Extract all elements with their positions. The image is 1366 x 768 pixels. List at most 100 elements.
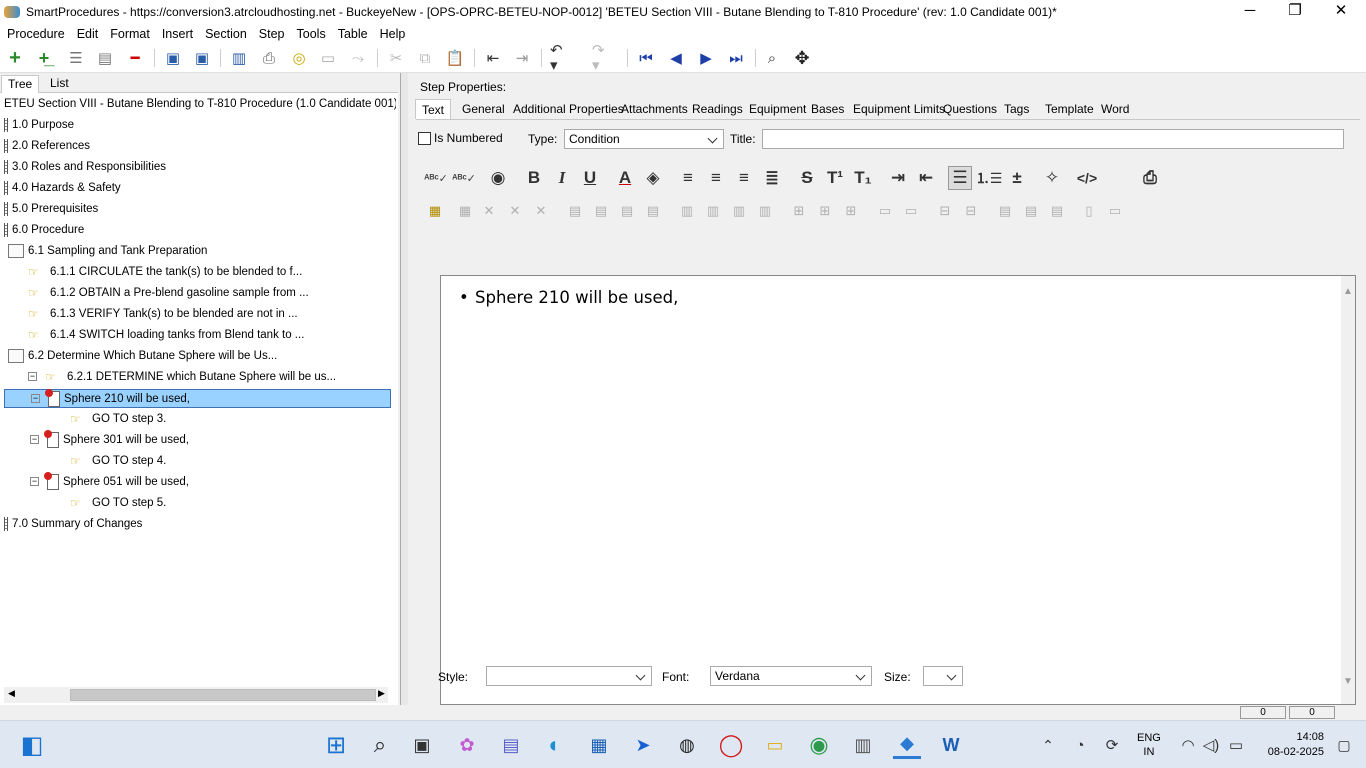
panel-splitter[interactable] (400, 73, 408, 705)
copilot-icon[interactable]: ✿ (453, 731, 481, 759)
type-select[interactable]: Condition (564, 129, 724, 149)
tab-general[interactable]: General (456, 99, 511, 119)
tree-node[interactable]: ☞ 6.1.1 CIRCULATE the tank(s) to be blend… (28, 263, 302, 282)
tree-node[interactable]: ☞ GO TO step 3. (70, 410, 166, 429)
remove-icon[interactable]: ━ (125, 48, 145, 68)
font-select[interactable]: Verdana (710, 666, 872, 686)
italic-icon[interactable]: I (550, 166, 574, 190)
collapse-toggle-icon[interactable]: − (30, 477, 39, 487)
database-icon[interactable]: ▥ (229, 48, 249, 68)
menu-table[interactable]: Table (338, 27, 368, 41)
outdent-text-icon[interactable]: ⇤ (914, 166, 938, 190)
scroll-up-icon[interactable]: ▲ (1343, 286, 1353, 297)
notifications-icon[interactable]: ▢ (1330, 731, 1358, 759)
battery-icon[interactable]: ▭ (1222, 731, 1250, 759)
add-icon[interactable]: + (5, 48, 25, 68)
menu-edit[interactable]: Edit (77, 27, 99, 41)
underline-icon[interactable]: U (578, 166, 602, 190)
tree-node[interactable]: 2.0 References (4, 137, 90, 156)
tab-list[interactable]: List (44, 75, 75, 93)
show-hidden-icons[interactable]: ⌃ (1034, 731, 1062, 759)
scroll-thumb[interactable] (70, 689, 376, 701)
scroll-right-icon[interactable]: ▶ (378, 688, 385, 699)
table-tool-icon[interactable]: ⊟ (960, 200, 982, 222)
style-select[interactable] (486, 666, 652, 686)
table-tool-icon[interactable]: ✕ (478, 200, 500, 222)
table-tool-icon[interactable]: ✕ (504, 200, 526, 222)
power-automate-icon[interactable]: ➤ (629, 731, 657, 759)
maximize-button[interactable]: ❐ (1272, 0, 1318, 24)
magic-wand-icon[interactable]: ✧ (1040, 166, 1064, 190)
subscript-icon[interactable]: T₁ (851, 166, 875, 190)
redo-icon[interactable]: ↷ ▾ (592, 43, 612, 73)
tab-additional-properties[interactable]: Additional Properties (507, 99, 630, 119)
menu-procedure[interactable]: Procedure (7, 27, 65, 41)
size-select[interactable] (923, 666, 963, 686)
insert-line-icon[interactable]: ± (1005, 166, 1029, 190)
menu-help[interactable]: Help (380, 27, 406, 41)
tree-node[interactable]: − ☞ 6.2.1 DETERMINE which Butane Sphere wi… (28, 368, 336, 387)
language-indicator[interactable]: ENG IN (1137, 731, 1161, 759)
table-tool-icon[interactable]: ▤ (1020, 200, 1042, 222)
tab-template[interactable]: Template (1039, 99, 1100, 119)
tree-node[interactable]: ☞ 6.1.3 VERIFY Tank(s) to be blended are … (28, 305, 298, 324)
highlight-icon[interactable]: ◈ (641, 166, 665, 190)
widgets-icon[interactable]: ◧ (18, 731, 46, 759)
cut-icon[interactable]: ✂ (386, 48, 406, 68)
tree-node[interactable]: ☞ GO TO step 5. (70, 494, 166, 513)
html-source-icon[interactable]: </> (1075, 166, 1099, 190)
minimize-button[interactable]: ─ (1227, 0, 1273, 24)
tab-word[interactable]: Word (1095, 99, 1135, 119)
tab-attachments[interactable]: Attachments (615, 99, 694, 119)
teams-icon[interactable]: ▤ (497, 731, 525, 759)
paste-icon[interactable]: 📋 (445, 48, 465, 68)
collapse-toggle-icon[interactable]: − (28, 372, 37, 382)
indent-text-icon[interactable]: ⇥ (886, 166, 910, 190)
table-tool-icon[interactable]: ▥ (676, 200, 698, 222)
list-icon[interactable]: ☰ (66, 48, 86, 68)
table-tool-icon[interactable]: ▥ (754, 200, 776, 222)
tree-node[interactable]: ☞ GO TO step 4. (70, 452, 166, 471)
align-right-icon[interactable]: ≡ (732, 166, 756, 190)
menu-insert[interactable]: Insert (162, 27, 193, 41)
tab-questions[interactable]: Questions (937, 99, 1003, 119)
search-icon[interactable]: ⌕ (366, 731, 394, 759)
is-numbered-checkbox[interactable] (418, 131, 431, 146)
tree-node[interactable]: − Sphere 301 will be used, (30, 429, 189, 450)
remote-app-icon[interactable]: ▥ (849, 731, 877, 759)
undo-icon[interactable]: ↶ ▾ (550, 43, 570, 73)
tree-node-selected[interactable]: − Sphere 210 will be used, (4, 388, 391, 408)
redo-disabled-icon[interactable]: ⤳ (348, 48, 368, 68)
move-icon[interactable]: ✥ (792, 48, 812, 68)
table-tool-icon[interactable]: ▤ (590, 200, 612, 222)
insert-table-icon[interactable]: ▦ (424, 200, 446, 222)
table-tool-icon[interactable]: ▭ (1104, 200, 1126, 222)
tab-bases[interactable]: Bases (805, 99, 850, 119)
sync-icon[interactable]: ⟳ (1098, 731, 1126, 759)
tab-equipment[interactable]: Equipment (743, 99, 812, 119)
network-status-icon[interactable]: ◔ (1066, 731, 1094, 759)
tab-equipment-limits[interactable]: Equipment Limits (847, 99, 951, 119)
menu-section[interactable]: Section (205, 27, 247, 41)
add-child-icon[interactable]: +̲ (34, 48, 54, 68)
tree-node[interactable]: 1.0 Purpose (4, 116, 74, 135)
tree-node[interactable]: 7.0 Summary of Changes (4, 515, 142, 534)
next-icon[interactable]: ▶ (696, 48, 716, 68)
tab-tags[interactable]: Tags (998, 99, 1035, 119)
dell-icon[interactable]: ◍ (673, 731, 701, 759)
tree-node[interactable]: 4.0 Hazards & Safety (4, 179, 121, 198)
tree-node[interactable]: 6.1 Sampling and Tank Preparation (8, 242, 207, 261)
justify-icon[interactable]: ≣ (760, 166, 784, 190)
editor-bullet-text[interactable]: Sphere 210 will be used, (459, 288, 678, 307)
file-explorer-icon[interactable]: ▭ (761, 731, 789, 759)
tree-node[interactable]: ☞ 6.1.4 SWITCH loading tanks from Blend t… (28, 326, 304, 345)
first-icon[interactable]: ⏮ (636, 48, 656, 68)
print-icon[interactable]: ⎙ (259, 48, 279, 68)
previous-icon[interactable]: ◀ (666, 48, 686, 68)
table-tool-icon[interactable]: ✕ (530, 200, 552, 222)
table-tool-icon[interactable]: ▭ (874, 200, 896, 222)
window-icon[interactable]: ▭ (318, 48, 338, 68)
collapse-toggle-icon[interactable]: − (30, 435, 39, 445)
table-tool-icon[interactable]: ▥ (728, 200, 750, 222)
title-input[interactable] (762, 129, 1344, 149)
